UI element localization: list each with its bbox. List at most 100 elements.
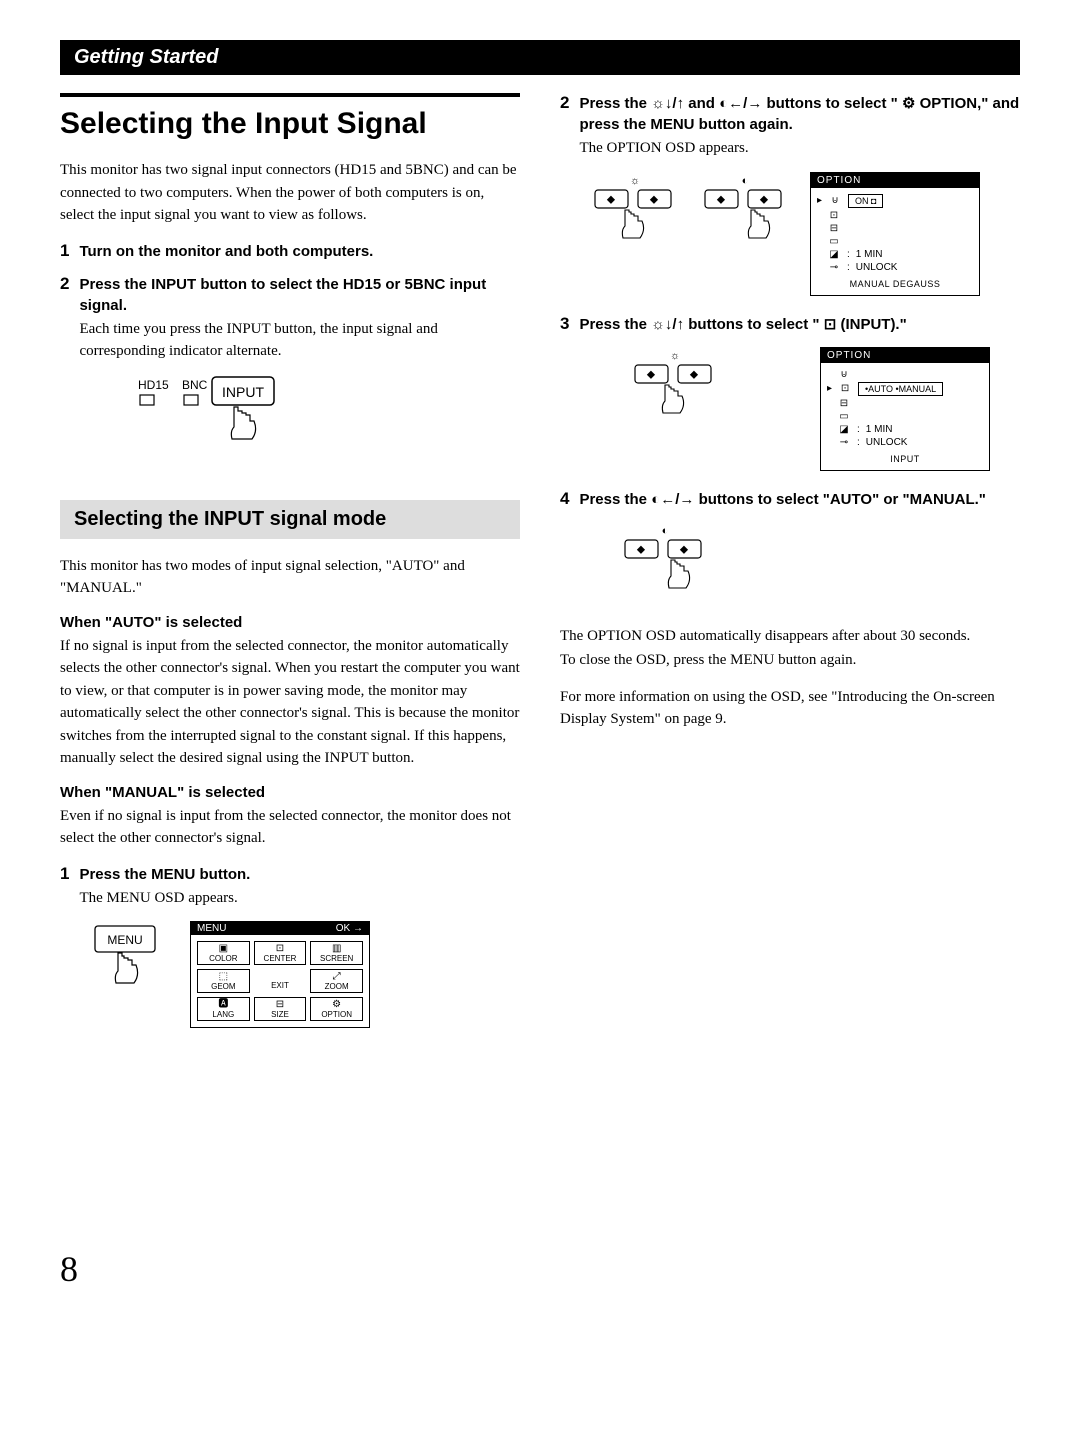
menu-button-label: MENU (107, 933, 142, 947)
option-osd-2: OPTION ⊍ ▸⊡•AUTO •MANUAL ⊟ ▭ ◪:1 MIN ⊸:U… (820, 347, 990, 471)
lock-icon: ⊸ (827, 262, 841, 273)
step-r2: 2 Press the ☼↓/↑ and ◐←/→ buttons to sel… (560, 93, 1020, 160)
hand-icon (115, 953, 137, 983)
right-column: 2 Press the ☼↓/↑ and ◐←/→ buttons to sel… (560, 93, 1020, 1290)
manual-heading: When "MANUAL" is selected (60, 784, 520, 801)
step-2: 2 Press the INPUT button to select the H… (60, 274, 520, 363)
option-osd-1: OPTION ▸⊍ON ◘ ⊡ ⊟ ▭ ◪:1 MIN ⊸:UNLOCK MAN… (810, 172, 980, 296)
menu-cell-screen: ▥SCREEN (310, 941, 363, 965)
brightness-buttons-diagram: ☼ ⬥ ⬥ (590, 172, 680, 257)
two-column-layout: Selecting the Input Signal This monitor … (60, 93, 1020, 1290)
step-number: 1 (60, 864, 69, 910)
hand-icon (231, 407, 255, 439)
menu-cell-exit: EXIT (254, 969, 307, 993)
input-icon: ⊡ (838, 383, 852, 394)
menu-cell-option: ⚙OPTION (310, 997, 363, 1021)
position-icon: ⊟ (827, 223, 841, 234)
step-number: 2 (560, 93, 569, 160)
svg-text:⬥: ⬥ (647, 367, 656, 381)
intro-paragraph: This monitor has two signal input connec… (60, 159, 520, 227)
hand-icon (662, 385, 683, 413)
outro-3: For more information on using the OSD, s… (560, 686, 1020, 731)
screen-icon: ▭ (837, 411, 851, 422)
contrast-buttons-diagram: ◐ ⬥ ⬥ (700, 172, 790, 257)
step-r2-desc: The OPTION OSD appears. (579, 137, 1020, 160)
step-r3-title: Press the ☼↓/↑ buttons to select " ⊡ (IN… (579, 314, 1020, 335)
step-r2-title: Press the ☼↓/↑ and ◐←/→ buttons to selec… (579, 93, 1020, 135)
osd-time-value: 1 MIN (856, 249, 883, 260)
brightness-buttons-diagram-2: ☼ ⬥ ⬥ (630, 347, 720, 432)
power-save-icon: ◪ (837, 424, 851, 435)
osd-auto-manual: •AUTO •MANUAL (858, 382, 943, 396)
menu-cell-zoom: ⤢ZOOM (310, 969, 363, 993)
hand-icon (748, 210, 769, 238)
osd-on-value: ON ◘ (848, 194, 883, 208)
step-1-title: Turn on the monitor and both computers. (79, 241, 520, 262)
menu-cell-center: ⊡CENTER (254, 941, 307, 965)
svg-text:⬥: ⬥ (650, 192, 659, 206)
input-icon: ⊡ (827, 210, 841, 221)
svg-text:☼: ☼ (630, 175, 640, 187)
step-1: 1 Turn on the monitor and both computers… (60, 241, 520, 262)
osd-title: OPTION (821, 348, 989, 363)
outro-2: To close the OSD, press the MENU button … (560, 649, 1020, 672)
menu-button-diagram: MENU (90, 921, 170, 996)
step-2-description: Each time you press the INPUT button, th… (79, 318, 520, 363)
svg-text:⬥: ⬥ (760, 192, 769, 206)
svg-text:⬥: ⬥ (717, 192, 726, 206)
svg-text:⬥: ⬥ (690, 367, 699, 381)
power-save-icon: ◪ (827, 249, 841, 260)
left-column: Selecting the Input Signal This monitor … (60, 93, 520, 1290)
screen-icon: ▭ (827, 236, 841, 247)
hd15-label: HD15 (138, 378, 169, 392)
auto-body: If no signal is input from the selected … (60, 635, 520, 770)
hand-icon (668, 560, 689, 588)
menu-osd-title: MENU (197, 923, 226, 934)
step-2-title: Press the INPUT button to select the HD1… (79, 274, 520, 316)
step-menu-title: Press the MENU button. (79, 864, 520, 885)
contrast-buttons-diagram-2: ◐ ⬥ ⬥ (620, 522, 1020, 607)
input-button-label: INPUT (222, 384, 264, 400)
step-number: 1 (60, 241, 69, 262)
page-title: Selecting the Input Signal (60, 93, 520, 141)
degauss-icon: ⊍ (828, 195, 842, 206)
menu-cell-size: ⊟SIZE (254, 997, 307, 1021)
osd1-diagram-row: ☼ ⬥ ⬥ ◐ ⬥ ⬥ (590, 172, 1020, 296)
svg-text:☼: ☼ (670, 350, 680, 362)
page-number: 8 (60, 1248, 520, 1290)
section-header: Getting Started (60, 40, 1020, 75)
svg-text:◐: ◐ (742, 175, 749, 187)
menu-osd-ok: OK → (336, 923, 363, 934)
osd-title: OPTION (811, 173, 979, 188)
auto-heading: When "AUTO" is selected (60, 614, 520, 631)
osd-lock-value: UNLOCK (856, 262, 898, 273)
step-number: 2 (60, 274, 69, 363)
input-button-diagram: HD15 BNC INPUT (100, 375, 520, 470)
outro-1: The OPTION OSD automatically disappears … (560, 625, 1020, 648)
osd-lock-value: UNLOCK (866, 437, 908, 448)
step-menu-desc: The MENU OSD appears. (79, 887, 520, 910)
sub-intro: This monitor has two modes of input sign… (60, 555, 520, 600)
step-number: 4 (560, 489, 569, 510)
position-icon: ⊟ (837, 398, 851, 409)
hand-icon (622, 210, 643, 238)
menu-cell-geom: ⬚GEOM (197, 969, 250, 993)
svg-text:⬥: ⬥ (607, 192, 616, 206)
step-menu-1: 1 Press the MENU button. The MENU OSD ap… (60, 864, 520, 910)
menu-diagram-row: MENU MENU OK → ▣COLOR ⊡CENTER ▥SCREEN ⬚G… (90, 921, 520, 1028)
osd-bottom-label: MANUAL DEGAUSS (817, 279, 973, 289)
option-icon: ⚙ (902, 95, 915, 112)
manual-body: Even if no signal is input from the sele… (60, 805, 520, 850)
sub-heading: Selecting the INPUT signal mode (60, 500, 520, 539)
svg-text:⬥: ⬥ (637, 542, 646, 556)
degauss-icon: ⊍ (837, 369, 851, 380)
step-r4-title: Press the ◐←/→ buttons to select "AUTO" … (579, 489, 1020, 510)
svg-text:◐: ◐ (662, 525, 669, 537)
osd-bottom-label: INPUT (827, 454, 983, 464)
menu-osd-panel: MENU OK → ▣COLOR ⊡CENTER ▥SCREEN ⬚GEOM E… (190, 921, 370, 1028)
step-r3: 3 Press the ☼↓/↑ buttons to select " ⊡ (… (560, 314, 1020, 335)
osd2-diagram-row: ☼ ⬥ ⬥ OPTION ⊍ ▸⊡•AUTO •MANUAL ⊟ ▭ (590, 347, 1020, 471)
svg-text:⬥: ⬥ (680, 542, 689, 556)
menu-cell-lang: 🅰LANG (197, 997, 250, 1021)
osd-time-value: 1 MIN (866, 424, 893, 435)
